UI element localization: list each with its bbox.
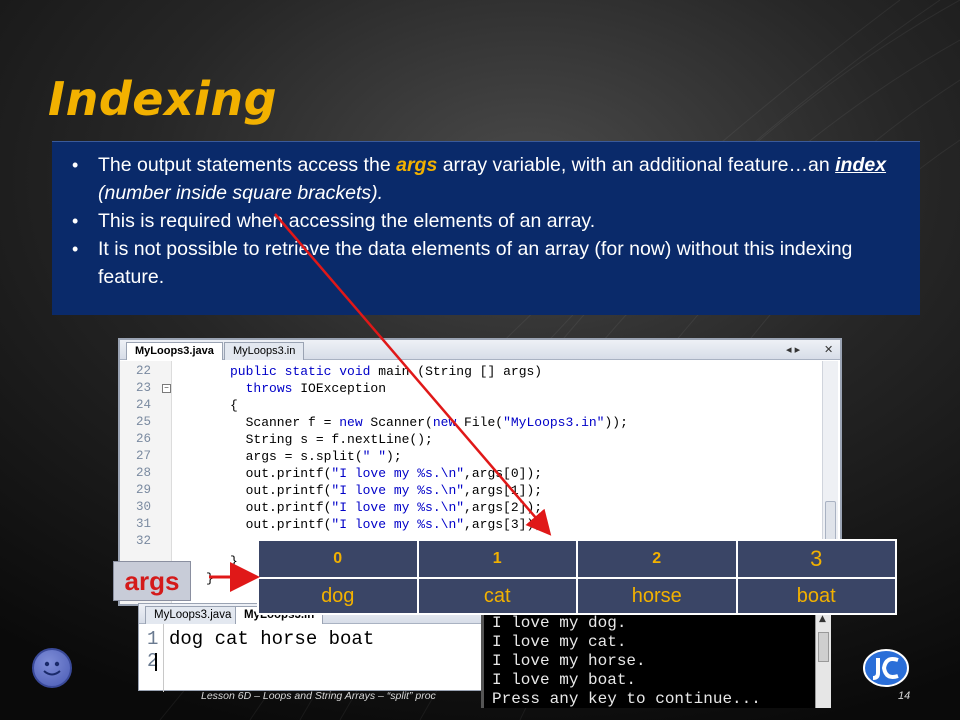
tab-scroll-arrows-icon[interactable]: ◂ ▸ [786, 343, 800, 356]
bullet-item: • It is not possible to retrieve the dat… [64, 235, 900, 291]
bullet-text: It is not possible to retrieve the data … [98, 238, 853, 288]
array-diagram-table: 0 1 2 3 dog cat horse boat [257, 539, 897, 615]
keyword-args: args [396, 154, 438, 176]
bullet-text: (number inside square brackets). [98, 182, 384, 204]
code-line: 27 args = s.split(" "); [136, 449, 402, 464]
slide-title: Indexing [48, 72, 278, 126]
console-line: I love my dog. [492, 614, 627, 632]
code-line: 28 out.printf("I love my %s.\n",args[0])… [136, 466, 543, 481]
console-line: I love my cat. [492, 633, 627, 651]
scrollbar-thumb[interactable] [818, 632, 829, 662]
code-line: 26 String s = f.nextLine(); [136, 432, 433, 447]
text-cursor [155, 653, 157, 671]
input-file-editor: MyLoops3.java MyLoops3.in 1 dog cat horse… [138, 603, 482, 692]
args-label: args [113, 561, 191, 601]
code-line: 22 public static void main (String [] arg… [136, 364, 543, 379]
bullet-item: • This is required when accessing the el… [64, 207, 900, 235]
close-tab-icon[interactable]: ✕ [824, 343, 833, 356]
page-number: 14 [898, 690, 911, 702]
editor-tabbar: MyLoops3.java MyLoops3.in ◂ ▸ ✕ [120, 340, 840, 360]
scroll-up-icon[interactable]: ▲ [819, 614, 826, 624]
fold-toggle-icon[interactable]: − [162, 384, 171, 393]
array-index-row: 0 1 2 3 [259, 541, 895, 577]
bullet-text: The output statements access the [98, 154, 397, 176]
array-value-cell: dog [259, 579, 419, 613]
bullet-box: • The output statements access the args … [52, 141, 920, 315]
code-line: 24{ [136, 398, 238, 413]
code-line: 31 out.printf("I love my %s.\n",args[3])… [136, 517, 543, 532]
array-value-row: dog cat horse boat [259, 579, 895, 613]
bullet-text: array variable, with an additional featu… [437, 154, 836, 176]
bullet-dot-icon: • [72, 155, 79, 175]
console-line: I love my horse. [492, 652, 646, 670]
code-line: 23− throws IOException [136, 381, 387, 396]
array-index-cell: 2 [578, 541, 738, 577]
array-index-cell: 0 [259, 541, 419, 577]
line-gutter [163, 624, 164, 692]
keyword-index: index [835, 154, 887, 176]
array-value-cell: horse [578, 579, 738, 613]
slide-footer: Lesson 6D – Loops and String Arrays – “s… [201, 690, 436, 702]
tab-myloops3-java[interactable]: MyLoops3.java [145, 606, 241, 624]
console-output-window: I love my dog. I love my cat. I love my … [481, 612, 831, 708]
bullet-item: • The output statements access the args … [64, 151, 900, 207]
console-line: Press any key to continue... [492, 690, 761, 708]
console-line: I love my boat. [492, 671, 637, 689]
jc-logo-icon [863, 649, 909, 687]
smiley-icon [32, 648, 72, 688]
code-line: 29 out.printf("I love my %s.\n",args[1])… [136, 483, 543, 498]
code-line: 25 Scanner f = new Scanner(new File("MyL… [136, 415, 628, 430]
bullet-list: • The output statements access the args … [52, 142, 920, 291]
bullet-dot-icon: • [72, 239, 79, 259]
tab-myloops3-in[interactable]: MyLoops3.in [224, 342, 305, 360]
code-line: 30 out.printf("I love my %s.\n",args[2])… [136, 500, 543, 515]
array-index-cell: 1 [418, 541, 578, 577]
array-index-cell: 3 [737, 541, 895, 577]
array-value-cell: boat [737, 579, 895, 613]
array-value-cell: cat [418, 579, 578, 613]
bullet-text: This is required when accessing the elem… [98, 210, 596, 232]
console-scrollbar[interactable]: ▲ [815, 612, 831, 708]
tab-myloops3-java[interactable]: MyLoops3.java [126, 342, 223, 360]
bullet-dot-icon: • [72, 211, 79, 231]
